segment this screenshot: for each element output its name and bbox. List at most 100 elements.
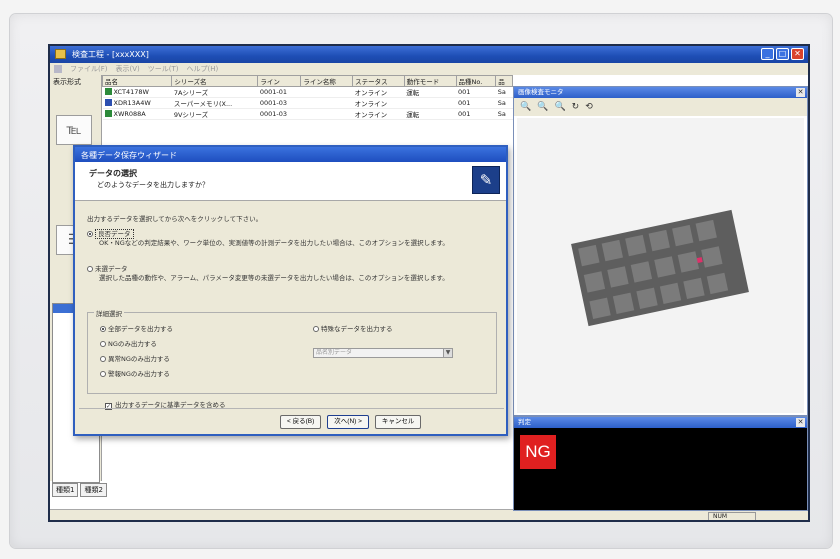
zoom-in-icon[interactable]: 🔍 xyxy=(520,102,531,112)
monitor-header: 画像検査モニタ ✕ xyxy=(514,87,807,98)
table-cell: 0001-03 xyxy=(257,97,301,109)
close-button[interactable]: ✕ xyxy=(791,48,804,60)
wizard-icon: ✎ xyxy=(472,166,500,194)
detail-option-alarm-radio[interactable] xyxy=(100,371,106,377)
col-header-mode[interactable]: 動作モード xyxy=(403,75,457,87)
table-row[interactable]: XCT4178W 7Aシリーズ 0001-01 オンライン 運転 001 Sa xyxy=(102,86,513,98)
rotate-icon[interactable]: ↻ xyxy=(572,102,580,112)
display-format-label: 表示形式 xyxy=(53,78,81,86)
bottom-tab-2[interactable]: 種類2 xyxy=(80,483,107,497)
detail-option-ng-radio[interactable] xyxy=(100,341,106,347)
menu-file[interactable]: ファイル(F) xyxy=(70,64,108,75)
option-quality-data[interactable]: 良否データ xyxy=(87,228,134,239)
detail-option-all-label: 全部データを出力する xyxy=(108,325,173,333)
detail-option-specific-label: 特殊なデータを出力する xyxy=(321,325,393,333)
detail-option-abnormal-radio[interactable] xyxy=(100,356,106,362)
next-button[interactable]: 次へ(N) > xyxy=(327,415,369,429)
col-header-name[interactable]: 品名 xyxy=(101,75,173,87)
dialog-title: 各種データ保存ウィザード xyxy=(75,147,506,162)
table-cell: Sa xyxy=(495,108,513,120)
table-cell-text: 9Vシリーズ xyxy=(173,111,209,119)
judgement-panel: 判定 ✕ NG xyxy=(513,416,808,511)
inspection-tool-icon[interactable]: ℡ xyxy=(56,115,92,145)
monitor-toolbar: 🔍 🔍 🔍 ↻ ⟲ xyxy=(514,98,807,116)
judgement-close-icon[interactable]: ✕ xyxy=(796,418,805,427)
back-button[interactable]: < 戻る(B) xyxy=(280,415,322,429)
window-titlebar: 検査工程 - [xxxXXX] _ □ ✕ xyxy=(50,46,808,63)
chevron-down-icon[interactable]: ▼ xyxy=(443,349,452,357)
detail-option-abnormal[interactable]: 異常NGのみ出力する xyxy=(100,353,170,363)
col-header-product-no[interactable]: 品種No. xyxy=(455,75,497,87)
table-cell-text: Sa xyxy=(497,110,506,118)
table-cell: 運転 xyxy=(404,108,457,120)
menu-tools[interactable]: ツール(T) xyxy=(148,64,179,75)
menu-view[interactable]: 表示(V) xyxy=(116,64,140,75)
detail-option-specific[interactable]: 特殊なデータを出力する xyxy=(313,323,393,333)
option-unselected-data[interactable]: 未選データ xyxy=(87,263,128,273)
cancel-button[interactable]: キャンセル xyxy=(374,415,422,429)
table-row[interactable]: XWR088A 9Vシリーズ 0001-03 オンライン 運転 001 Sa xyxy=(102,108,513,120)
table-cell: XCT4178W xyxy=(102,86,172,98)
option-quality-desc: OK・NGなどの判定結果や、ワーク単位の、実測値等の計測データを出力したい場合は… xyxy=(99,239,449,247)
judgement-header: 判定 ✕ xyxy=(514,417,807,428)
table-cell: 001 xyxy=(456,108,496,120)
device-status-icon xyxy=(104,88,112,95)
dialog-header-subtitle: どのようなデータを出力しますか？ xyxy=(97,181,209,189)
table-cell-text: スーパーメモリ(X... xyxy=(173,100,233,108)
menu-bar: ファイル(F) 表示(V) ツール(T) ヘルプ(H) xyxy=(50,63,808,75)
zoom-out-icon[interactable]: 🔍 xyxy=(537,102,548,112)
detail-selection-label: 詳細選択 xyxy=(94,308,124,318)
table-cell: 001 xyxy=(456,97,496,109)
ng-badge: NG xyxy=(520,435,556,469)
table-cell-text: 001 xyxy=(458,99,471,107)
table-cell: オンライン xyxy=(352,86,405,98)
table-cell: XDR13A4W xyxy=(102,97,172,109)
monitor-title: 画像検査モニタ xyxy=(518,88,564,96)
minimize-button[interactable]: _ xyxy=(761,48,774,60)
table-cell: 運転 xyxy=(404,86,457,98)
table-cell-text: オンライン xyxy=(354,100,388,108)
table-cell xyxy=(300,108,353,120)
col-header-series[interactable]: シリーズ名 xyxy=(171,75,259,87)
detail-option-specific-radio[interactable] xyxy=(313,326,319,332)
table-cell xyxy=(404,97,457,109)
menu-help[interactable]: ヘルプ(H) xyxy=(187,64,219,75)
option-quality-label: 良否データ xyxy=(95,229,134,239)
dialog-body: 出力するデータを選択してから次へをクリックして下さい。 良否データ OK・NGな… xyxy=(75,201,506,436)
option-unselected-radio[interactable] xyxy=(87,266,93,272)
refresh-icon[interactable]: ⟲ xyxy=(585,102,593,112)
table-cell-text: 運転 xyxy=(406,111,420,119)
detail-option-alarm[interactable]: 警報NGのみ出力する xyxy=(100,368,170,378)
col-header-line-name[interactable]: ライン名称 xyxy=(300,75,354,87)
data-save-wizard-dialog: 各種データ保存ウィザード データの選択 どのようなデータを出力しますか？ ✎ 出… xyxy=(73,145,508,436)
col-header-extra[interactable]: 品 xyxy=(495,75,513,87)
detail-option-ng-label: NGのみ出力する xyxy=(108,340,157,348)
table-cell: XWR088A xyxy=(102,108,172,120)
detail-option-all-radio[interactable] xyxy=(100,326,106,332)
bottom-tab-1[interactable]: 種類1 xyxy=(52,483,79,497)
detail-option-abnormal-label: 異常NGのみ出力する xyxy=(108,355,170,363)
table-cell: 0001-03 xyxy=(257,108,301,120)
zoom-fit-icon[interactable]: 🔍 xyxy=(554,102,565,112)
detail-selection-group: 詳細選択 全部データを出力する NGのみ出力する 異常NGのみ出力する 警報NG… xyxy=(87,308,497,394)
dialog-divider xyxy=(79,408,504,409)
table-cell-text: Sa xyxy=(497,99,506,107)
table-row[interactable]: XDR13A4W スーパーメモリ(X... 0001-03 オンライン 001 Sa xyxy=(102,97,513,109)
window-title: 検査工程 - [xxxXXX] xyxy=(72,50,149,59)
table-cell-text: XCT4178W xyxy=(113,88,149,96)
inspected-part-image xyxy=(571,209,749,327)
col-header-status[interactable]: ステータス xyxy=(352,75,405,87)
col-header-line[interactable]: ライン xyxy=(257,75,302,87)
option-quality-radio[interactable] xyxy=(87,231,93,237)
monitor-close-icon[interactable]: ✕ xyxy=(796,88,805,97)
maximize-button[interactable]: □ xyxy=(776,48,789,60)
judgement-title: 判定 xyxy=(518,418,531,426)
specific-data-select[interactable]: 品名別データ ▼ xyxy=(313,348,453,358)
detail-option-ng[interactable]: NGのみ出力する xyxy=(100,338,157,348)
table-cell-text: 0001-03 xyxy=(259,110,288,118)
table-cell-text: 7Aシリーズ xyxy=(173,89,209,97)
status-num: NUM xyxy=(708,512,756,520)
menu-app-icon xyxy=(54,65,62,73)
image-monitor-panel: 画像検査モニタ ✕ 🔍 🔍 🔍 ↻ ⟲ xyxy=(513,86,808,416)
detail-option-all[interactable]: 全部データを出力する xyxy=(100,323,173,333)
